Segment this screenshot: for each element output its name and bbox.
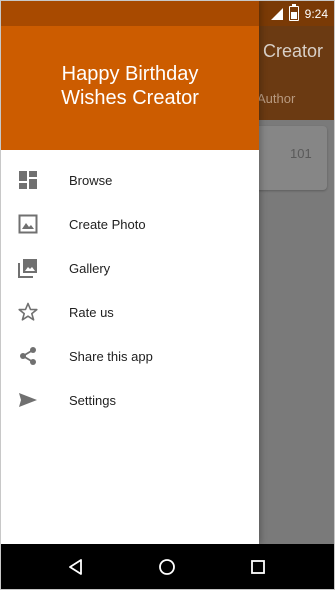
menu-item-label: Browse [69,172,113,188]
menu-item-label: Create Photo [69,216,146,232]
drawer-status-bar [1,1,259,26]
battery-icon [288,4,299,21]
dashboard-icon [17,169,39,191]
home-icon [159,559,175,575]
content-card [249,126,327,190]
navigation-drawer: Happy Birthday Wishes Creator Browse Cre… [1,1,259,544]
photo-library-icon [17,257,39,279]
signal-icon [270,7,283,20]
menu-item-label: Settings [69,392,116,408]
recents-button[interactable] [247,556,269,578]
tab-author: Author [257,91,296,106]
send-icon [17,389,39,411]
star-outline-icon [17,301,39,323]
app-title: Creator [263,41,324,61]
back-button[interactable] [65,556,87,578]
menu-item-create-photo[interactable]: Create Photo [1,202,259,246]
menu-item-browse[interactable]: Browse [1,158,259,202]
home-button[interactable] [156,556,178,578]
back-icon [69,559,82,575]
menu-item-share-app[interactable]: Share this app [1,334,259,378]
phone-screen: Creator Author 101 9:24 Happy Birthday W… [0,0,335,590]
menu-item-settings[interactable]: Settings [1,378,259,422]
drawer-title: Happy Birthday Wishes Creator [61,63,199,109]
share-icon [17,345,39,367]
menu-item-label: Rate us [69,304,114,320]
recents-icon [251,560,265,574]
menu-item-label: Gallery [69,260,111,276]
drawer-header: Happy Birthday Wishes Creator [1,26,259,150]
menu-item-gallery[interactable]: Gallery [1,246,259,290]
menu-item-rate-us[interactable]: Rate us [1,290,259,334]
system-nav-bar [1,544,334,589]
clock: 9:24 [304,6,328,21]
image-icon [17,213,39,235]
menu-item-label: Share this app [69,348,153,364]
card-count: 101 [290,146,312,161]
drawer-menu: Browse Create Photo Gallery Rate us Shar… [1,158,259,422]
status-icons: 9:24 [270,1,328,26]
